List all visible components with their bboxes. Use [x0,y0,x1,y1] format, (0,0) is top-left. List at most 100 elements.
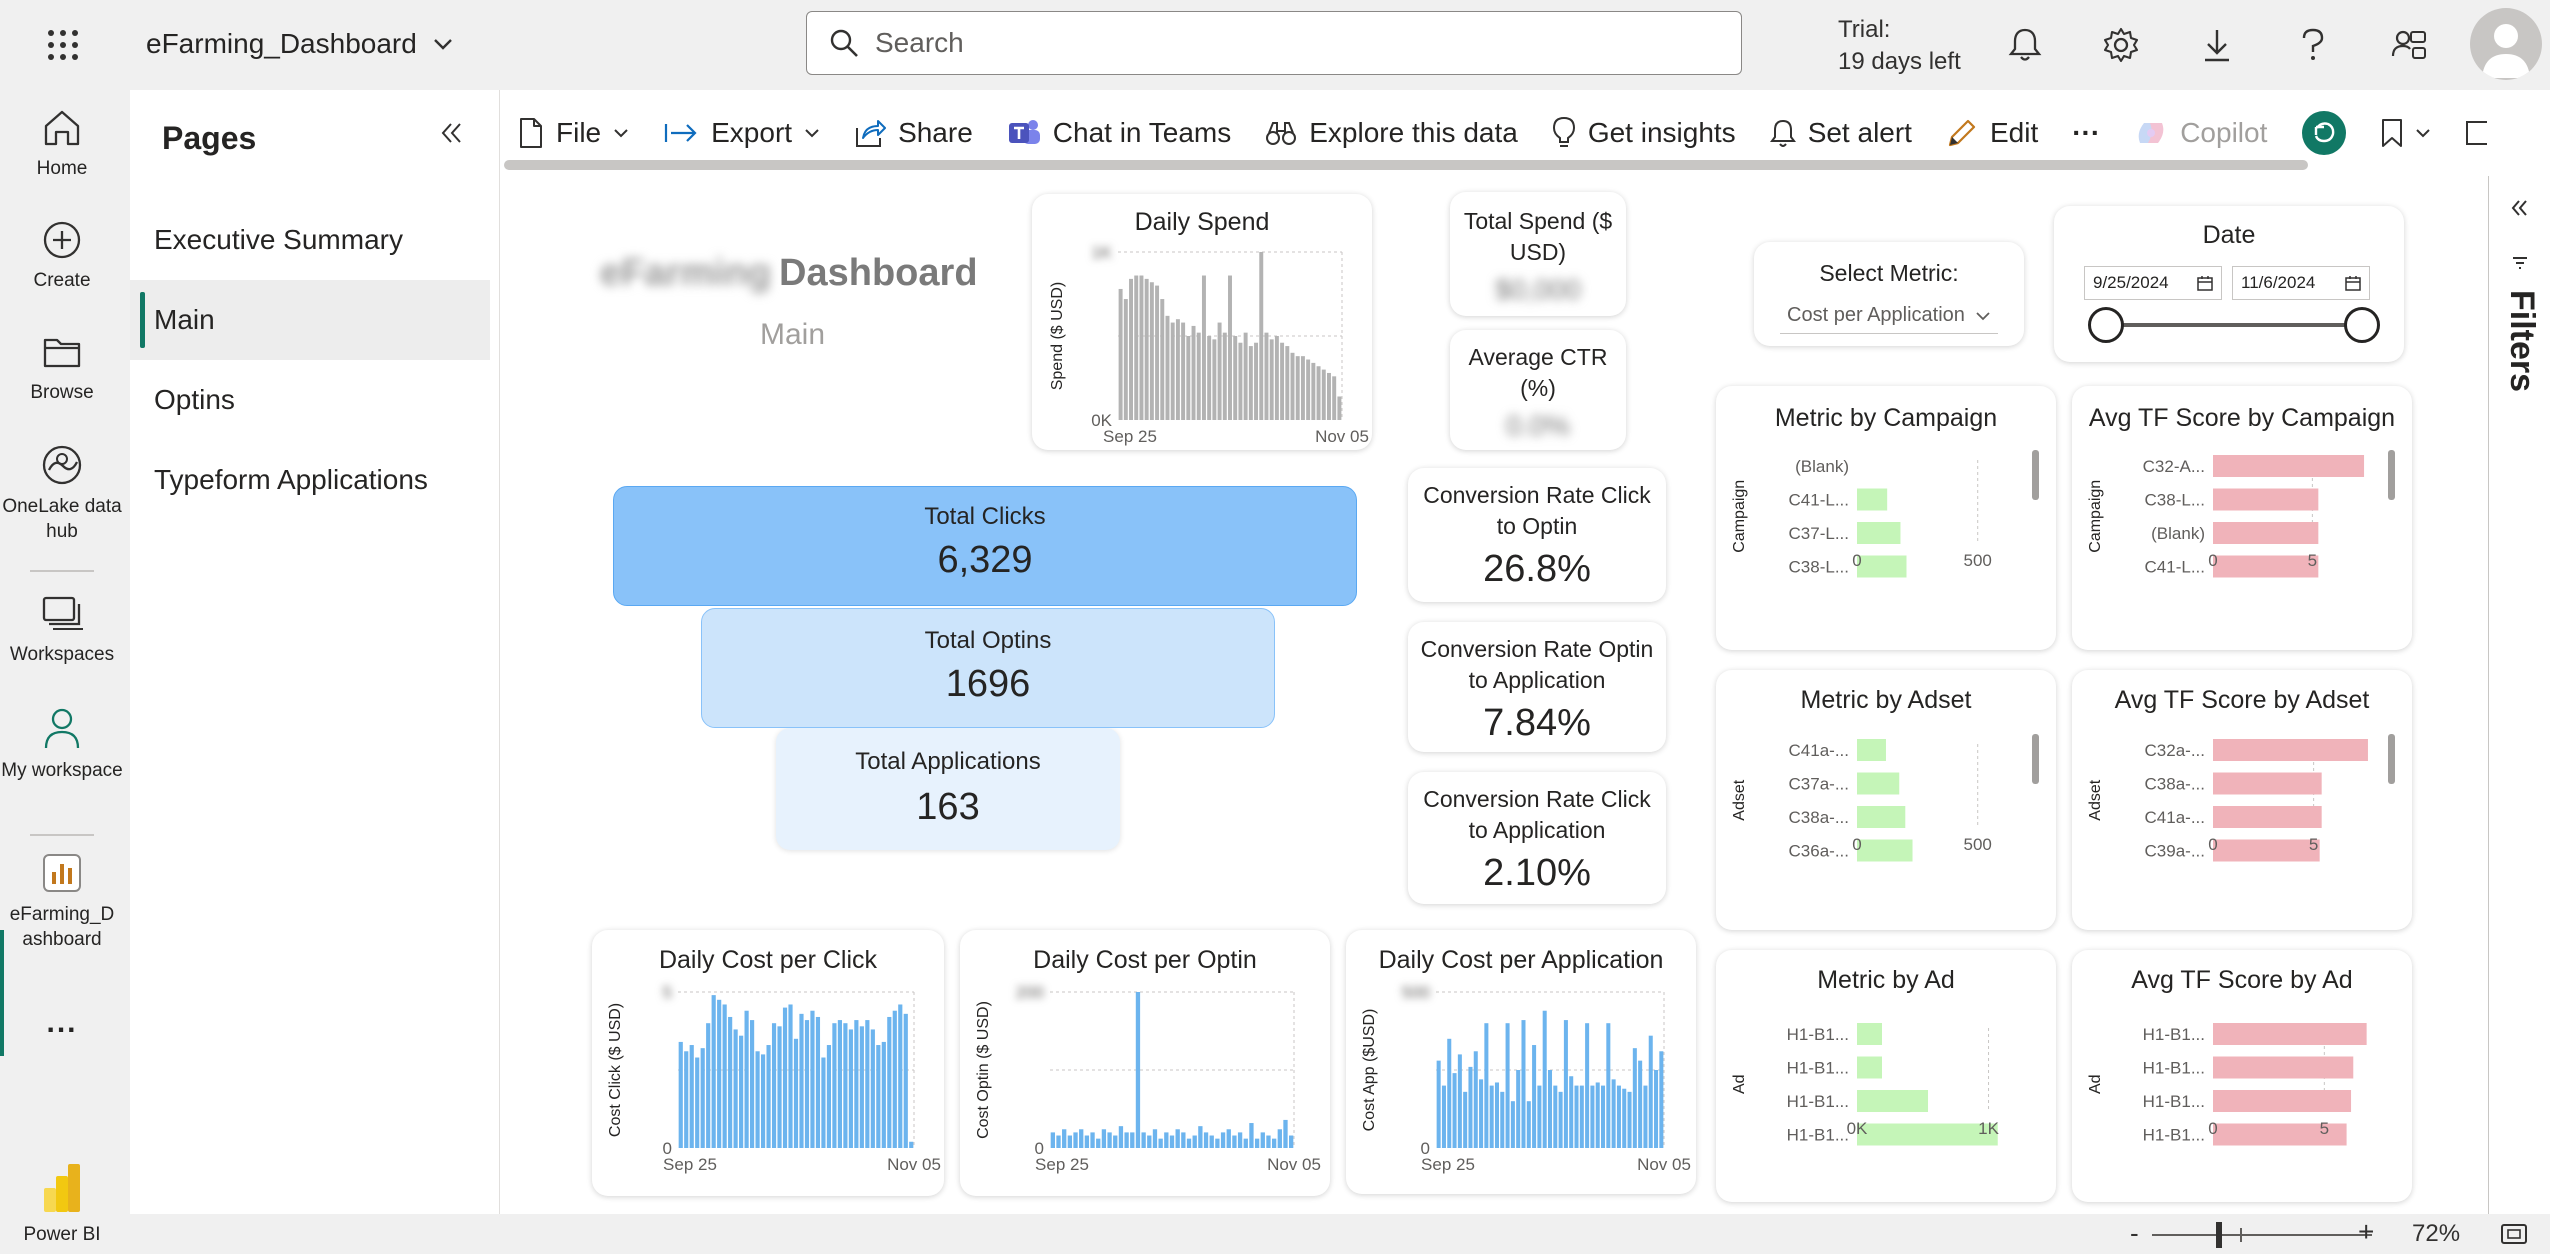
daily-cost-optin-card[interactable]: Daily Cost per Optin 0 200 Sep 25 Nov 05 Cos… [960,930,1330,1196]
column-bar [1149,282,1154,420]
notifications-icon[interactable] [2002,22,2048,68]
column-bar [1259,252,1264,420]
get-insights-button[interactable]: Get insights [1552,116,1736,150]
bookmark-button[interactable] [2381,118,2431,148]
column-bar [1266,1135,1271,1148]
nav-efarming-dashboard[interactable]: eFarming_D ashboard [0,852,124,952]
daily-spend-card[interactable]: Daily Spend 0K 1K Sep 25 Nov 05 Spend ($ USD… [1032,194,1372,450]
edit-button[interactable]: Edit [1946,117,2038,149]
metric-by-ad-chart: H1-B1...H1-B1...H1-B1...H1-B1...0K 1KAd [1731,1023,2000,1146]
column-bar [1134,275,1139,420]
category-label: C32a-... [2145,741,2205,760]
collapse-pages-icon[interactable] [438,120,464,146]
funnel-total-clicks[interactable]: Total Clicks 6,329 [613,486,1357,606]
search-input[interactable] [875,27,1675,59]
reset-button[interactable] [2301,110,2347,156]
nav-onelake[interactable]: OneLake data hub [0,444,124,544]
conversion-optin-application-card[interactable]: Conversion Rate Optin to Application 7.8… [1408,622,1666,752]
date-end-input[interactable]: 11/6/2024 [2232,266,2370,300]
date-start-handle[interactable] [2088,307,2124,343]
category-label: C37a-... [1789,775,1849,794]
y-axis-title: Campaign [1731,480,1748,553]
page-tab-typeform-applications[interactable]: Typeform Applications [130,440,490,520]
more-options-button[interactable]: ··· [2072,117,2100,149]
average-ctr-card[interactable]: Average CTR (%) 0.0% [1450,330,1626,450]
nav-my-workspace[interactable]: My workspace [0,706,124,783]
conversion-click-application-card[interactable]: Conversion Rate Click to Application 2.1… [1408,772,1666,904]
column-bar [1141,1132,1146,1148]
zoom-out-button[interactable]: - [2130,1218,2139,1249]
nav-create[interactable]: Create [0,220,124,293]
daily-cost-click-card[interactable]: Daily Cost per Click 0 5 Sep 25 Nov 05 Cost … [592,930,944,1196]
date-start-input[interactable]: 9/25/2024 [2084,266,2222,300]
toolbar-scrollbar[interactable] [504,160,2308,170]
bar [1857,1123,1998,1146]
zoom-slider-thumb[interactable] [2216,1222,2222,1248]
funnel-total-applications[interactable]: Total Applications 163 [776,728,1120,850]
metric-by-adset-card[interactable]: Metric by Adset C41a-... C37a-... C38a-...… [1716,670,2056,930]
expand-filters-icon[interactable] [2509,198,2529,218]
bar [2213,772,2322,795]
nav-browse[interactable]: Browse [0,332,124,405]
column-bar [739,1035,744,1148]
metric-by-campaign-card[interactable]: Metric by Campaign (Blank) C41-L... C37-L.… [1716,386,2056,650]
page-tab-optins[interactable]: Optins [130,360,490,440]
funnel-total-optins[interactable]: Total Optins 1696 [701,608,1275,728]
report-canvas: eFarming Dashboard Main Daily Spend 0K 1K… [500,176,2488,1214]
daily-cost-application-card[interactable]: Daily Cost per Application 0 500 Sep 25 Nov… [1346,930,1696,1194]
column-bar [1510,1101,1515,1148]
column-bar [1175,319,1180,420]
report-title-menu[interactable]: eFarming_Dashboard [146,28,453,60]
column-bar [750,1020,755,1148]
home-icon [44,110,80,146]
y-axis-title: Ad [2087,1074,2104,1094]
category-label: C36a-... [1789,842,1849,861]
bar [1857,806,1906,828]
fit-to-page-icon[interactable] [2500,1222,2528,1246]
export-menu-button[interactable]: Export [663,117,820,149]
download-icon[interactable] [2194,22,2240,68]
product-powerbi[interactable]: Power BI [0,1162,124,1247]
column-bar [1155,285,1160,420]
total-spend-card[interactable]: Total Spend ($ USD) $0,000 [1450,192,1626,316]
column-bar [1062,1129,1067,1148]
metric-dropdown[interactable]: Cost per Application [1780,298,1998,334]
column-bar [1601,1085,1606,1148]
metric-by-ad-card[interactable]: Metric by Ad H1-B1... H1-B1... H1-B1... H1-… [1716,950,2056,1202]
column-bar [1532,1045,1537,1148]
set-alert-button[interactable]: Set alert [1769,117,1912,149]
column-bar [1537,1085,1542,1148]
help-icon[interactable] [2290,22,2336,68]
share-button[interactable]: Share [854,117,973,149]
conversion-click-optin-card[interactable]: Conversion Rate Click to Optin 26.8% [1408,468,1666,602]
file-menu-button[interactable]: File [518,117,629,149]
page-tab-executive-summary[interactable]: Executive Summary [130,200,490,280]
tf-score-adset-card[interactable]: Avg TF Score by Adset C32a-... C38a-... C4… [2072,670,2412,930]
settings-gear-icon[interactable] [2098,22,2144,68]
explore-data-button[interactable]: Explore this data [1265,117,1518,149]
nav-home[interactable]: Home [0,108,124,181]
zoom-in-button[interactable]: + [2358,1216,2374,1248]
date-slicer[interactable]: Date 9/25/2024 11/6/2024 [2054,206,2404,362]
app-launcher-icon[interactable] [40,22,86,68]
more-options-icon[interactable]: ... [0,1008,124,1038]
user-avatar[interactable] [2470,8,2542,80]
bar [2213,839,2320,862]
zoom-level[interactable]: 72% [2412,1220,2460,1248]
tf-score-ad-card[interactable]: Avg TF Score by Ad H1-B1... H1-B1... H1-B1… [2072,950,2412,1202]
column-bar [1254,1138,1260,1148]
page-tab-main[interactable]: Main [130,280,490,360]
nav-workspaces[interactable]: Workspaces [0,594,124,667]
select-metric-slicer[interactable]: Select Metric: Cost per Application [1754,242,2024,346]
chat-in-teams-button[interactable]: Chat in Teams [1007,117,1231,149]
column-bar [1233,336,1238,420]
feedback-icon[interactable] [2386,22,2432,68]
zoom-slider-track[interactable] [2152,1234,2372,1236]
view-button[interactable] [2465,120,2488,146]
tf-score-campaign-card[interactable]: Avg TF Score by Campaign C32-A... C38-L..… [2072,386,2412,650]
column-bar [1212,339,1217,420]
calendar-icon [2197,276,2213,291]
copilot-button[interactable]: Copilot [2134,117,2267,149]
search-box[interactable] [806,11,1742,75]
date-end-handle[interactable] [2344,307,2380,343]
